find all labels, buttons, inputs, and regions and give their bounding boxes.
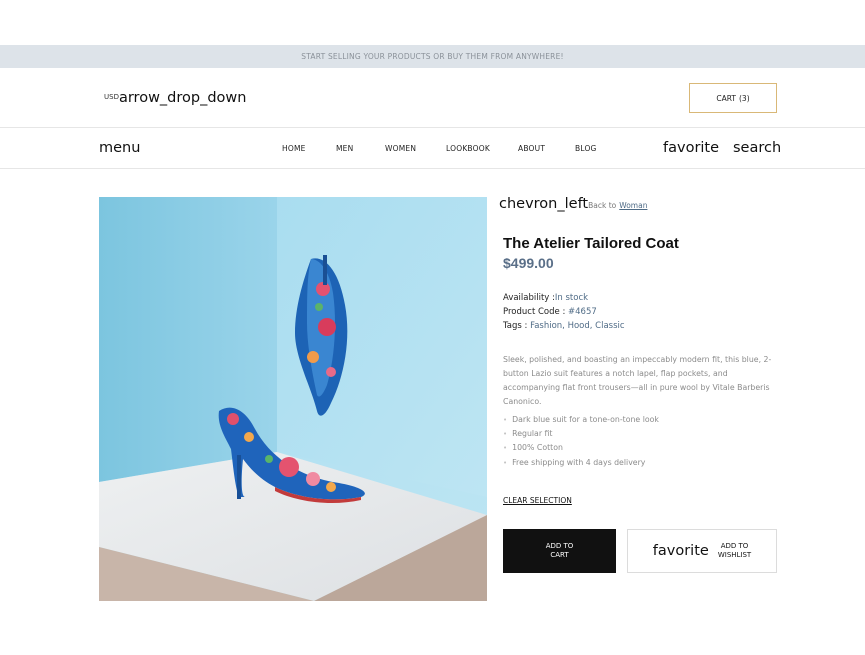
cart-count: (3) — [739, 93, 750, 103]
chevron-left-icon: chevron_left — [499, 196, 589, 212]
nav-link-about[interactable]: ABOUT — [518, 144, 545, 153]
list-item: Dark blue suit for a tone-on-tone look — [503, 413, 659, 427]
product-description: Sleek, polished, and boasting an impecca… — [503, 355, 772, 406]
back-label: Back to — [588, 200, 617, 210]
product-code-value: #4657 — [568, 307, 597, 317]
list-item: 100% Cotton — [503, 441, 659, 455]
availability-label: Availability : — [503, 293, 555, 303]
product-meta: Availability :In stock Product Code : #4… — [503, 291, 625, 333]
list-item: Regular fit — [503, 427, 659, 441]
nav-link-home[interactable]: HOME — [282, 144, 306, 153]
back-category-link[interactable]: Woman — [619, 201, 647, 210]
search-icon[interactable]: search — [733, 140, 781, 156]
add-to-wishlist-label: ADD TO WISHLIST — [717, 542, 752, 559]
add-to-cart-button[interactable]: ADD TO CART — [503, 529, 616, 573]
list-item: Free shipping with 4 days delivery — [503, 456, 659, 470]
availability-value: In stock — [554, 293, 589, 303]
announcement-bar: START SELLING YOUR PRODUCTS OR BUY THEM … — [0, 45, 865, 68]
back-link[interactable]: chevron_left Back to Woman — [499, 196, 647, 212]
tags-row: Tags : Fashion, Hood, Classic — [503, 319, 625, 333]
cart-button[interactable]: CART (3) — [689, 83, 777, 113]
nav-link-women[interactable]: WOMEN — [385, 144, 416, 153]
favorite-icon[interactable]: favorite — [663, 140, 719, 156]
arrow-drop-down-icon: arrow_drop_down — [118, 90, 247, 106]
announcement-text: START SELLING YOUR PRODUCTS OR BUY THEM … — [301, 52, 564, 61]
add-to-wishlist-button[interactable]: favorite ADD TO WISHLIST — [627, 529, 777, 573]
product-code-row: Product Code : #4657 — [503, 305, 625, 319]
top-header: USD arrow_drop_down CART (3) — [0, 68, 865, 128]
nav-link-lookbook[interactable]: LOOKBOOK — [446, 144, 490, 153]
product-image — [99, 197, 487, 601]
main-nav: menu HOME MEN WOMEN LOOKBOOK ABOUT BLOG … — [0, 128, 865, 169]
availability-row: Availability :In stock — [503, 291, 625, 305]
product-price: $499.00 — [503, 255, 554, 271]
nav-link-men[interactable]: MEN — [336, 144, 353, 153]
tags-value[interactable]: Fashion, Hood, Classic — [530, 321, 624, 331]
cart-label: CART — [716, 93, 736, 103]
clear-selection-link[interactable]: CLEAR SELECTION — [503, 496, 572, 505]
product-code-label: Product Code : — [503, 307, 566, 317]
add-to-cart-label: ADD TO CART — [545, 542, 574, 559]
favorite-icon: favorite — [652, 543, 709, 559]
tags-label: Tags : — [503, 321, 528, 331]
feature-list: Dark blue suit for a tone-on-tone look R… — [503, 413, 659, 470]
product-title: The Atelier Tailored Coat — [503, 235, 679, 252]
currency-code: USD — [104, 93, 119, 101]
nav-link-blog[interactable]: BLOG — [575, 144, 597, 153]
currency-selector[interactable]: USD arrow_drop_down — [104, 90, 246, 106]
